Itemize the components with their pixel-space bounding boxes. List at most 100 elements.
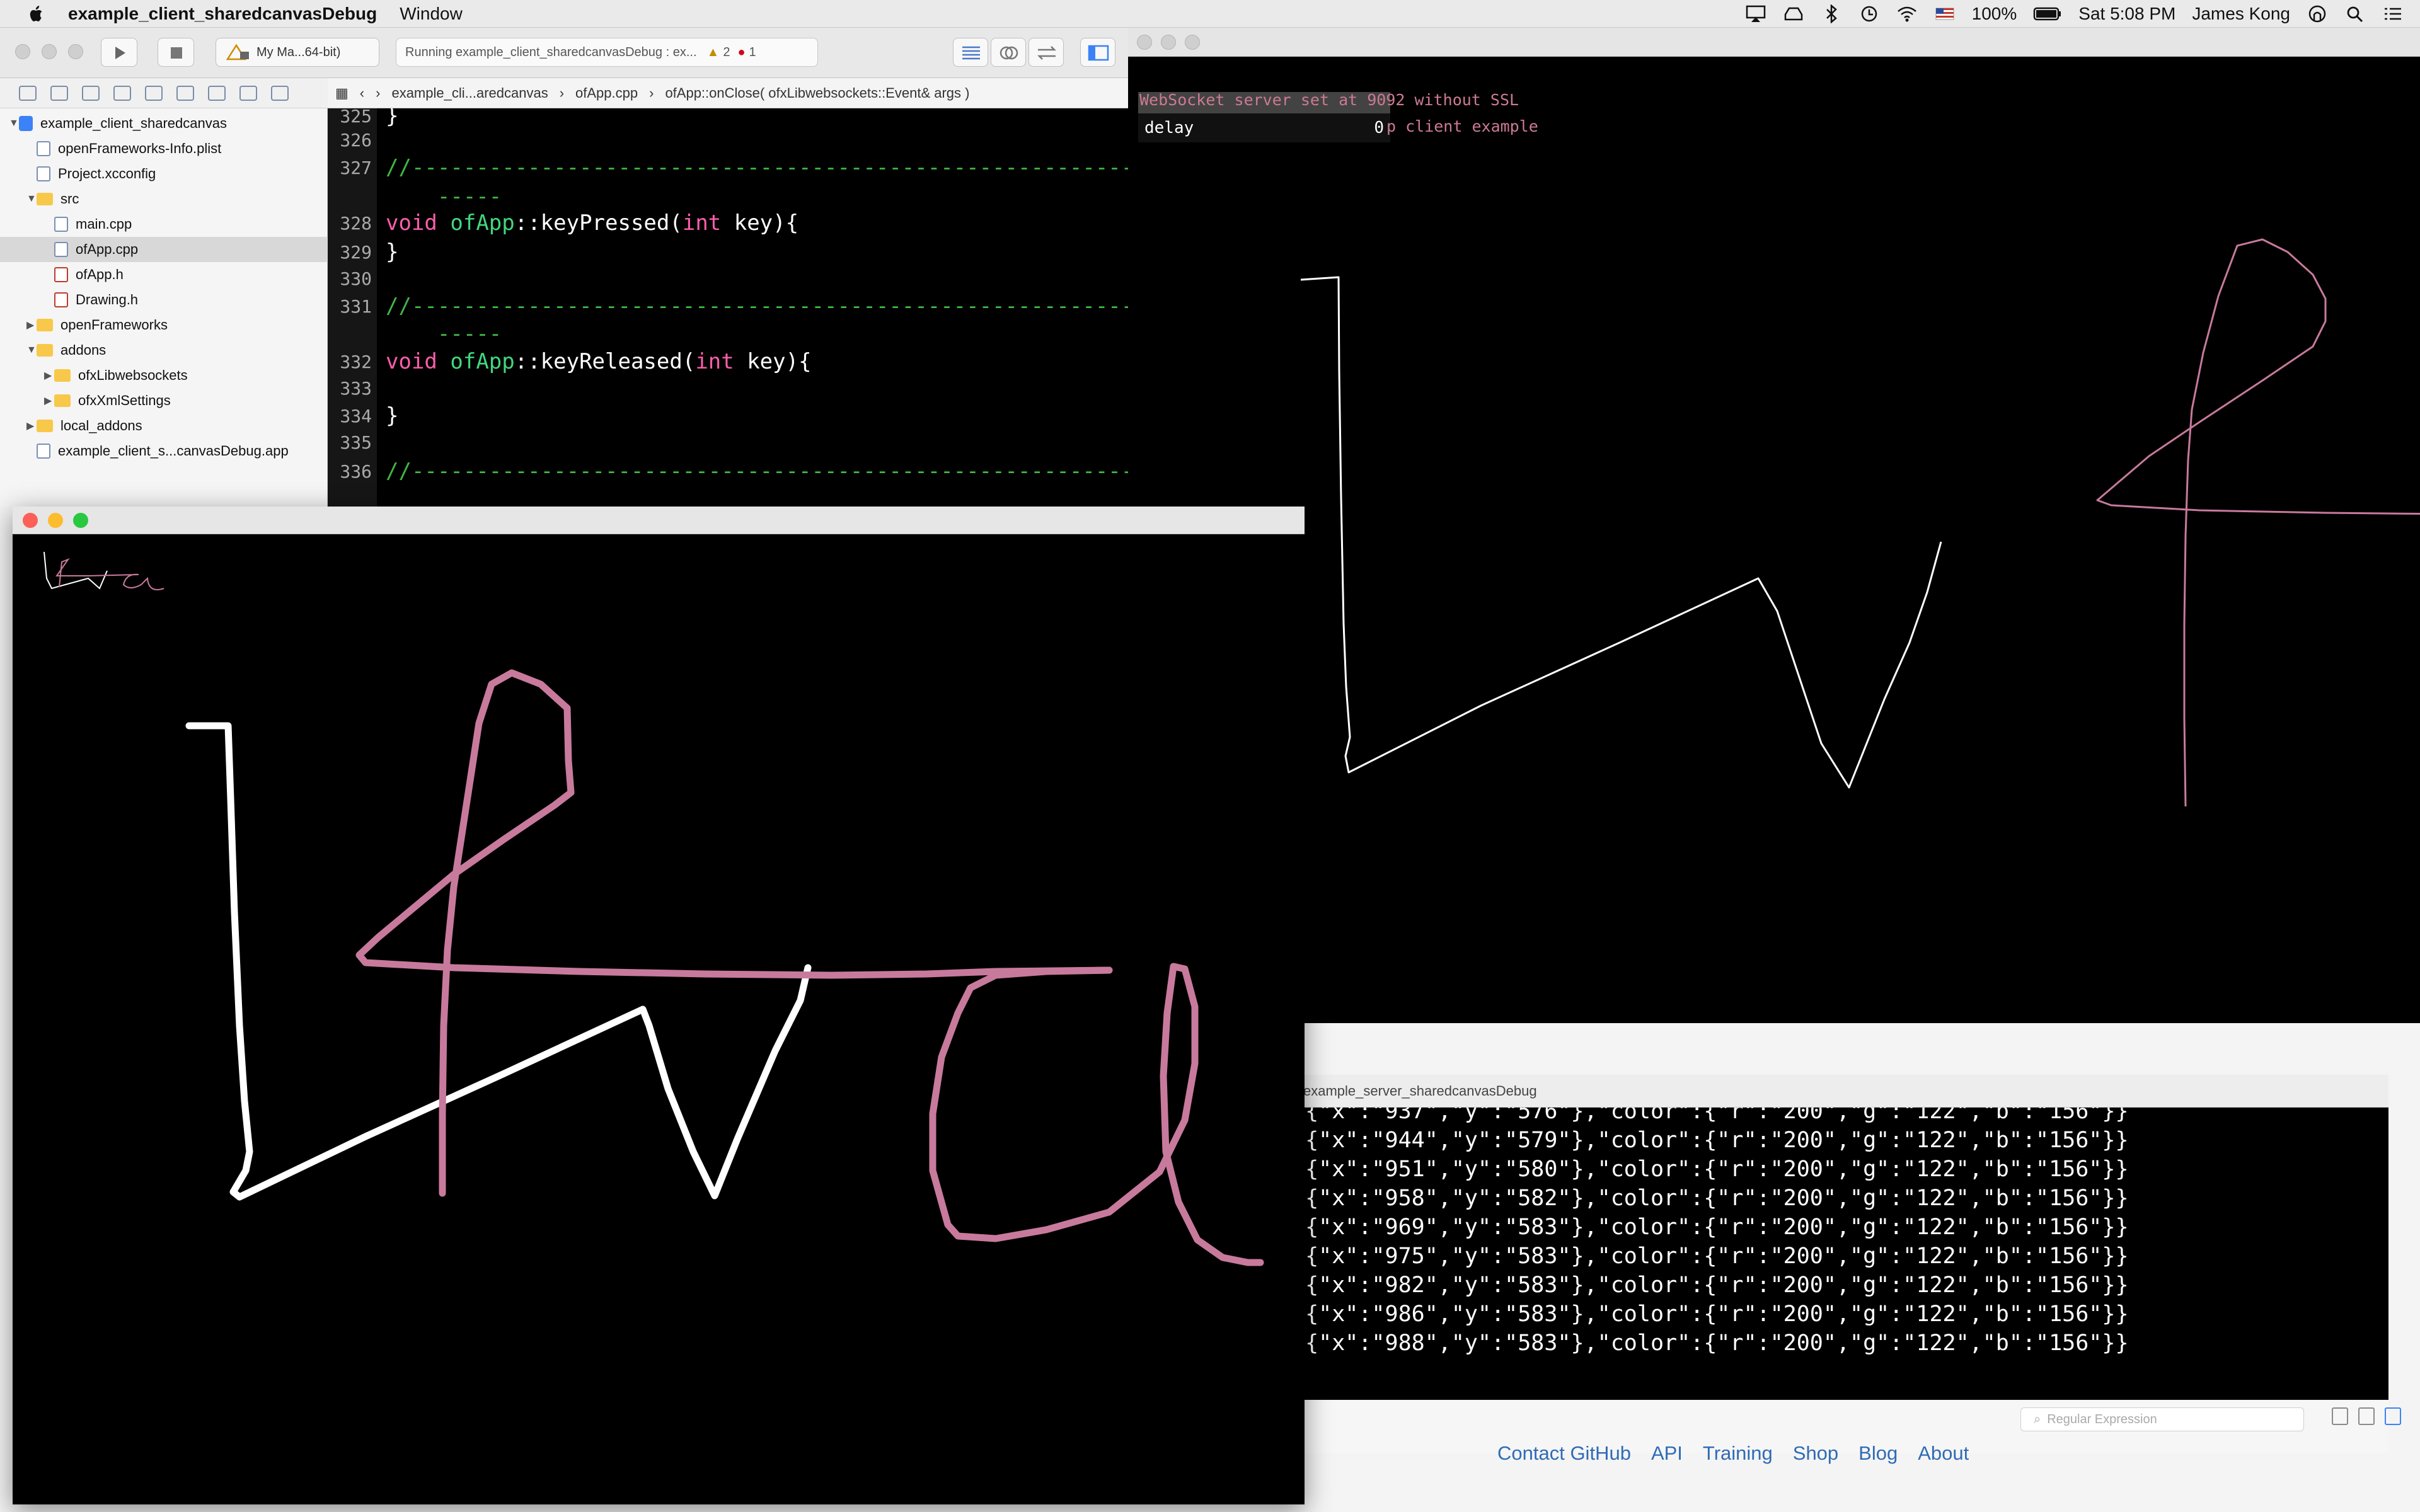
editor-assistant-button[interactable]: [991, 38, 1026, 67]
source-control-tab-icon[interactable]: [50, 85, 68, 101]
error-icon[interactable]: ●: [737, 45, 745, 60]
battery-icon[interactable]: [2033, 4, 2062, 23]
window-menu[interactable]: Window: [400, 4, 463, 24]
debug-tab-icon[interactable]: [208, 85, 226, 101]
navigator-item[interactable]: ▶ ofxLibwebsockets: [0, 363, 328, 388]
run-button[interactable]: [101, 38, 137, 67]
editor-standard-button[interactable]: [953, 38, 988, 67]
disclosure-open-icon[interactable]: ▼: [9, 118, 19, 129]
flag-icon[interactable]: [1934, 4, 1956, 23]
navigator-item[interactable]: ▶ openFrameworks: [0, 312, 328, 338]
editor-version-button[interactable]: [1028, 38, 1064, 67]
footer-link-contact[interactable]: Contact GitHub: [1497, 1442, 1631, 1465]
line-number: 332: [340, 352, 372, 372]
airplay-icon[interactable]: [1745, 4, 1766, 23]
navigator-item[interactable]: ▼ src: [0, 186, 328, 212]
close-button[interactable]: [23, 513, 38, 528]
user-icon[interactable]: [2307, 4, 2328, 23]
app-menu[interactable]: example_client_sharedcanvasDebug: [68, 4, 377, 24]
split-left-icon[interactable]: [2358, 1407, 2375, 1425]
navigator-item[interactable]: example_client_s...canvasDebug.app: [0, 438, 328, 464]
navigator-item[interactable]: main.cpp: [0, 212, 328, 237]
line-number: 325: [340, 108, 372, 127]
server-example-text: p client example: [1386, 117, 1538, 135]
jump-symbol[interactable]: ofApp::onClose( ofxLibwebsockets::Event&…: [665, 85, 969, 101]
related-items-icon[interactable]: ▦: [335, 85, 349, 101]
jump-project[interactable]: example_cli...aredcanvas: [391, 85, 548, 101]
menubar-user[interactable]: James Kong: [2192, 4, 2290, 24]
stop-button[interactable]: [158, 38, 194, 67]
scheme-selector[interactable]: My Ma...64-bit): [216, 38, 379, 67]
error-count: 1: [749, 45, 756, 59]
navigator-item[interactable]: Project.xcconfig: [0, 161, 328, 186]
code-editor[interactable]: 325} 326 327 //----------------------------…: [328, 108, 1134, 507]
zoom-button[interactable]: [68, 44, 83, 59]
zoom-button[interactable]: [1185, 35, 1200, 50]
menubar-clock[interactable]: Sat 5:08 PM: [2078, 4, 2175, 24]
disclosure-closed-icon[interactable]: ▶: [26, 420, 37, 432]
find-tab-icon[interactable]: [113, 85, 131, 101]
cpp-file-icon: [54, 242, 68, 257]
navigator-item[interactable]: ▼ example_client_sharedcanvas: [0, 111, 328, 136]
breakpoint-tab-icon[interactable]: [239, 85, 257, 101]
delay-slider[interactable]: delay 0: [1138, 115, 1390, 141]
console-output[interactable]: :{"x":"937","y":"576"},"color":{"r":"200…: [1292, 1108, 2388, 1400]
navigator-item[interactable]: openFrameworks-Info.plist: [0, 136, 328, 161]
search-icon[interactable]: [2344, 4, 2366, 23]
close-button[interactable]: [15, 44, 30, 59]
footer-link-training[interactable]: Training: [1703, 1442, 1773, 1465]
forward-arrow-icon[interactable]: ›: [376, 85, 380, 101]
folder-tab-icon[interactable]: [19, 85, 37, 101]
minimize-button[interactable]: [48, 513, 63, 528]
line-number: 326: [340, 130, 372, 151]
client-drawing-canvas[interactable]: [13, 534, 1305, 1504]
activity-view[interactable]: Running example_client_sharedcanvasDebug…: [396, 38, 818, 67]
navigator-toggle-button[interactable]: [1080, 38, 1115, 67]
close-button[interactable]: [1137, 35, 1152, 50]
navigator-tabs: [0, 78, 328, 108]
footer-link-about[interactable]: About: [1918, 1442, 1969, 1465]
split-right-icon[interactable]: [2385, 1407, 2401, 1425]
drive-icon[interactable]: [1783, 4, 1804, 23]
symbol-tab-icon[interactable]: [82, 85, 100, 101]
jump-file[interactable]: ofApp.cpp: [575, 85, 638, 101]
wifi-icon[interactable]: [1896, 4, 1918, 23]
disclosure-open-icon[interactable]: ▼: [26, 193, 37, 205]
warning-icon[interactable]: ▲: [707, 45, 720, 60]
zoom-button[interactable]: [73, 513, 88, 528]
navigator-item[interactable]: ▶ ofxXmlSettings: [0, 388, 328, 413]
footer-link-api[interactable]: API: [1651, 1442, 1683, 1465]
disclosure-closed-icon[interactable]: ▶: [26, 319, 37, 331]
run-icon: [115, 47, 125, 59]
battery-percent[interactable]: 100%: [1972, 4, 2017, 24]
minimize-button[interactable]: [42, 44, 57, 59]
footer-link-shop[interactable]: Shop: [1793, 1442, 1838, 1465]
disclosure-closed-icon[interactable]: ▶: [44, 369, 54, 382]
navigator-item[interactable]: Drawing.h: [0, 287, 328, 312]
file-file-icon: [37, 166, 50, 181]
issue-tab-icon[interactable]: [145, 85, 163, 101]
navigator-item[interactable]: ofApp.cpp: [0, 237, 328, 262]
jump-separator-icon: ›: [559, 84, 565, 101]
test-tab-icon[interactable]: [176, 85, 194, 101]
app-file-icon: [37, 444, 50, 459]
list-icon[interactable]: [2382, 4, 2404, 23]
back-arrow-icon[interactable]: ‹: [360, 85, 364, 101]
console-filter-field[interactable]: ⌕ Regular Expression: [2020, 1407, 2304, 1431]
navigator-item[interactable]: ▶ local_addons: [0, 413, 328, 438]
report-tab-icon[interactable]: [271, 85, 289, 101]
disclosure-closed-icon[interactable]: ▶: [44, 394, 54, 407]
footer-link-blog[interactable]: Blog: [1858, 1442, 1898, 1465]
server-drawing-canvas[interactable]: delay 0 WebSocket server set at 9092 wit…: [1128, 57, 2420, 1023]
bluetooth-icon[interactable]: [1821, 4, 1842, 23]
time-machine-icon[interactable]: [1858, 4, 1880, 23]
navigator-item[interactable]: ofApp.h: [0, 262, 328, 287]
navigator-item[interactable]: ▼ addons: [0, 338, 328, 363]
h-file-icon: [54, 292, 68, 307]
apple-icon[interactable]: [24, 3, 49, 25]
delay-value: 0: [1374, 118, 1384, 137]
minimize-button[interactable]: [1161, 35, 1176, 50]
navigator-item-label: main.cpp: [76, 216, 132, 232]
trash-icon[interactable]: [2332, 1407, 2348, 1425]
disclosure-open-icon[interactable]: ▼: [26, 345, 37, 356]
